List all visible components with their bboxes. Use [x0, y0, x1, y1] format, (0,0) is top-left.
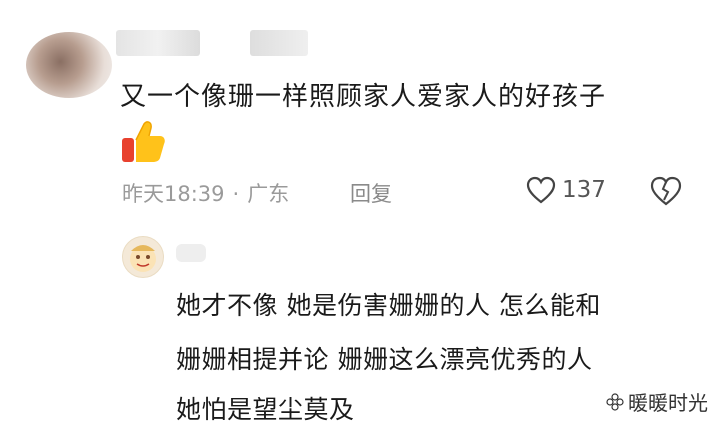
commenter-badge-blurred	[250, 30, 308, 56]
watermark: 暖暖时光	[606, 387, 708, 416]
cartoon-avatar-icon	[130, 245, 156, 272]
comment-meta: 昨天18:39 · 广东	[122, 178, 289, 208]
thumbs-up-emoji-icon	[122, 121, 165, 162]
meta-separator: ·	[232, 182, 240, 206]
watermark-text: 暖暖时光	[628, 391, 708, 415]
commenter-avatar[interactable]	[26, 32, 112, 98]
heart-outline-icon	[526, 176, 556, 204]
reply-text-line-1: 她才不像 她是伤害姗姗的人 怎么能和	[176, 291, 601, 320]
reply-text-line-3: 她怕是望尘莫及	[176, 395, 355, 424]
reply-button[interactable]: 回复	[350, 178, 392, 208]
dislike-button[interactable]	[650, 176, 682, 210]
comment-location: 广东	[247, 182, 290, 206]
comment-time: 昨天18:39	[122, 182, 225, 206]
reply-avatar[interactable]	[122, 236, 164, 278]
reply-name-blurred	[176, 244, 206, 262]
reply-text-line-2: 姗姗相提并论 姗姗这么漂亮优秀的人	[176, 345, 593, 374]
broken-heart-icon	[650, 176, 682, 206]
flower-icon	[606, 392, 624, 411]
like-button[interactable]: 137	[526, 176, 606, 204]
commenter-name-blurred	[116, 30, 200, 56]
like-count: 137	[562, 177, 606, 203]
comment-text: 又一个像珊一样照顾家人爱家人的好孩子	[120, 82, 607, 112]
